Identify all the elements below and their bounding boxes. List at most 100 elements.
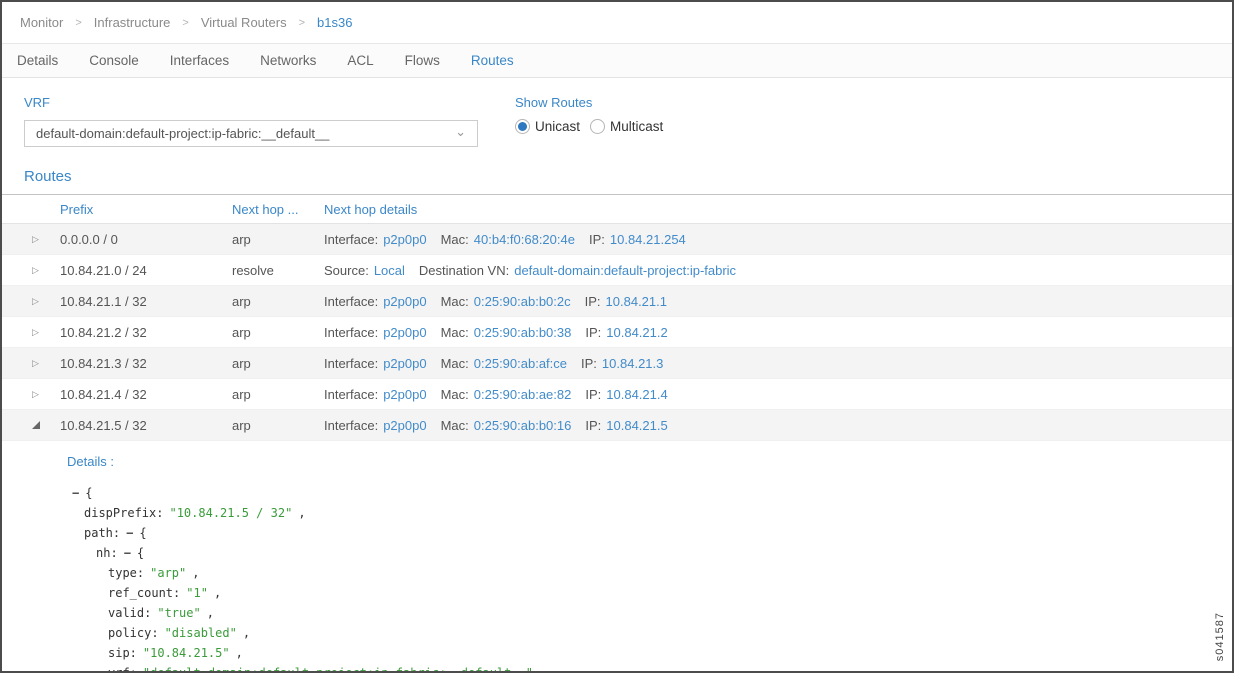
interface-link[interactable]: p2p0p0 [383, 418, 426, 433]
json-comma: , [236, 646, 243, 660]
breadcrumb-virtual-routers[interactable]: Virtual Routers [201, 15, 287, 30]
route-prefix: 10.84.21.5 / 32 [32, 418, 232, 433]
json-key: dispPrefix: [84, 506, 163, 520]
json-key: sip: [108, 646, 137, 660]
mac-link[interactable]: 0:25:90:ab:af:ce [474, 356, 567, 371]
interface-link[interactable]: p2p0p0 [383, 325, 426, 340]
table-row[interactable]: ▷ 10.84.21.0 / 24 resolve Source:Local D… [2, 255, 1232, 286]
breadcrumb-node-name[interactable]: b1s36 [317, 15, 352, 30]
route-next-hop-details: Interface:p2p0p0 Mac:0:25:90:ab:b0:16 IP… [324, 418, 1232, 433]
route-next-hop: arp [232, 418, 324, 433]
route-prefix: 10.84.21.4 / 32 [32, 387, 232, 402]
table-row[interactable]: ▷ 10.84.21.1 / 32 arp Interface:p2p0p0 M… [2, 286, 1232, 317]
ip-link[interactable]: 10.84.21.254 [610, 232, 686, 247]
tab-networks[interactable]: Networks [260, 53, 316, 68]
tab-interfaces[interactable]: Interfaces [170, 53, 229, 68]
source-link[interactable]: Local [374, 263, 405, 278]
route-next-hop-details: Interface:p2p0p0 Mac:0:25:90:ab:af:ce IP… [324, 356, 1232, 371]
interface-link[interactable]: p2p0p0 [383, 232, 426, 247]
detail-label: Mac: [441, 387, 469, 402]
ip-link[interactable]: 10.84.21.3 [602, 356, 663, 371]
collapse-toggle-icon[interactable]: − [72, 486, 79, 500]
route-type-radios: Unicast Multicast [515, 119, 673, 134]
route-next-hop: arp [232, 387, 324, 402]
tab-console[interactable]: Console [89, 53, 139, 68]
vrf-label: VRF [24, 95, 478, 110]
json-open-brace: { [137, 546, 144, 560]
json-value: "arp" [150, 566, 186, 580]
json-comma: , [192, 566, 199, 580]
vrf-group: VRF default-domain:default-project:ip-fa… [24, 95, 478, 147]
mac-link[interactable]: 0:25:90:ab:ae:82 [474, 387, 572, 402]
table-row[interactable]: ▷ 10.84.21.2 / 32 arp Interface:p2p0p0 M… [2, 317, 1232, 348]
tab-acl[interactable]: ACL [347, 53, 373, 68]
route-prefix: 10.84.21.0 / 24 [32, 263, 232, 278]
routes-table-header: Prefix Next hop ... Next hop details [2, 194, 1232, 224]
prefix-column-header[interactable]: Prefix [32, 202, 232, 217]
breadcrumb-infrastructure[interactable]: Infrastructure [94, 15, 171, 30]
json-key: policy: [108, 626, 159, 640]
route-next-hop: arp [232, 294, 324, 309]
json-key: ref_count: [108, 586, 180, 600]
json-line: type: "arp", [2, 563, 1232, 583]
multicast-radio[interactable] [590, 119, 605, 134]
detail-label: Interface: [324, 294, 378, 309]
json-value: "1" [186, 586, 208, 600]
detail-label: Interface: [324, 387, 378, 402]
tab-routes[interactable]: Routes [471, 53, 514, 68]
unicast-radio-label[interactable]: Unicast [535, 119, 580, 134]
ip-link[interactable]: 10.84.21.2 [606, 325, 667, 340]
collapse-toggle-icon[interactable]: − [124, 546, 131, 560]
route-prefix: 10.84.21.2 / 32 [32, 325, 232, 340]
json-comma: , [214, 586, 221, 600]
json-line: vrf: "default-domain:default-project:ip-… [2, 663, 1232, 673]
table-row-expanded[interactable]: 10.84.21.5 / 32 arp Interface:p2p0p0 Mac… [2, 410, 1232, 441]
mac-link[interactable]: 0:25:90:ab:b0:2c [474, 294, 571, 309]
routes-section-title: Routes [24, 168, 1232, 185]
multicast-radio-label[interactable]: Multicast [610, 119, 663, 134]
tab-bar: Details Console Interfaces Networks ACL … [2, 44, 1232, 78]
json-line: path: − { [2, 523, 1232, 543]
interface-link[interactable]: p2p0p0 [383, 387, 426, 402]
route-next-hop: arp [232, 325, 324, 340]
mac-link[interactable]: 0:25:90:ab:b0:38 [474, 325, 572, 340]
tab-flows[interactable]: Flows [405, 53, 440, 68]
interface-link[interactable]: p2p0p0 [383, 294, 426, 309]
table-row[interactable]: ▷ 10.84.21.3 / 32 arp Interface:p2p0p0 M… [2, 348, 1232, 379]
collapse-toggle-icon[interactable]: − [126, 526, 133, 540]
ip-link[interactable]: 10.84.21.4 [606, 387, 667, 402]
json-value: "10.84.21.5" [143, 646, 230, 660]
json-open-brace: { [139, 526, 146, 540]
interface-link[interactable]: p2p0p0 [383, 356, 426, 371]
route-filter-controls: VRF default-domain:default-project:ip-fa… [2, 78, 1232, 147]
detail-label: IP: [585, 294, 601, 309]
unicast-radio[interactable] [515, 119, 530, 134]
tab-details[interactable]: Details [17, 53, 58, 68]
detail-label: Mac: [441, 294, 469, 309]
json-value: "default-domain:default-project:ip-fabri… [143, 666, 533, 673]
next-hop-column-header[interactable]: Next hop ... [232, 202, 324, 217]
chevron-right-icon: > [299, 17, 305, 29]
mac-link[interactable]: 40:b4:f0:68:20:4e [474, 232, 575, 247]
detail-label: Interface: [324, 325, 378, 340]
mac-link[interactable]: 0:25:90:ab:b0:16 [474, 418, 572, 433]
vrf-dropdown[interactable]: default-domain:default-project:ip-fabric… [24, 120, 478, 147]
table-row[interactable]: ▷ 0.0.0.0 / 0 arp Interface:p2p0p0 Mac:4… [2, 224, 1232, 255]
figure-reference-label: s041587 [1214, 612, 1226, 661]
detail-label: Interface: [324, 232, 378, 247]
table-row[interactable]: ▷ 10.84.21.4 / 32 arp Interface:p2p0p0 M… [2, 379, 1232, 410]
destination-vn-link[interactable]: default-domain:default-project:ip-fabric [514, 263, 736, 278]
detail-label: IP: [585, 418, 601, 433]
chevron-right-icon: > [75, 17, 81, 29]
route-prefix: 10.84.21.1 / 32 [32, 294, 232, 309]
json-open-brace: { [85, 486, 92, 500]
route-next-hop-details: Interface:p2p0p0 Mac:0:25:90:ab:ae:82 IP… [324, 387, 1232, 402]
json-comma: , [243, 626, 250, 640]
ip-link[interactable]: 10.84.21.1 [606, 294, 667, 309]
ip-link[interactable]: 10.84.21.5 [606, 418, 667, 433]
json-comma: , [298, 506, 305, 520]
next-hop-details-column-header[interactable]: Next hop details [324, 202, 1232, 217]
breadcrumb-monitor[interactable]: Monitor [20, 15, 63, 30]
route-next-hop-details: Interface: p2p0p0 Mac: 0:25:90:ab:b0:2c IP… [324, 294, 1232, 309]
json-line: dispPrefix: "10.84.21.5 / 32", [2, 503, 1232, 523]
